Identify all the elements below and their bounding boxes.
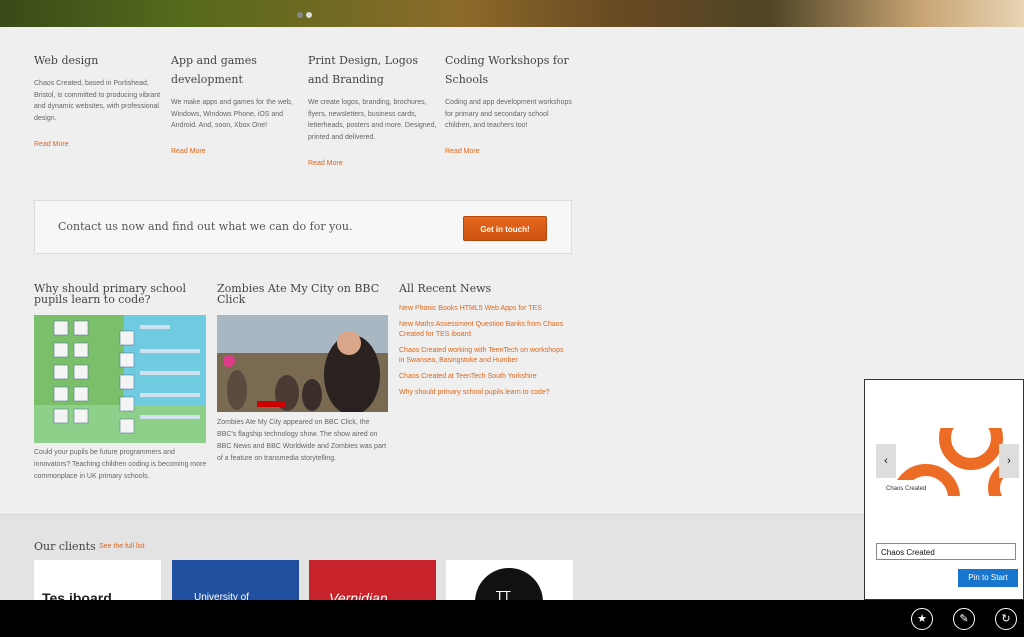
recent-news-link[interactable]: Chaos Created at TeenTech South Yorkshir…: [399, 372, 569, 382]
client-logo-tes-iboard[interactable]: Tes iboard: [34, 560, 161, 602]
get-in-touch-button[interactable]: Get in touch!: [463, 216, 547, 241]
service-body: We create logos, branding, brochures, fl…: [308, 99, 437, 142]
tile-next-button[interactable]: ›: [999, 444, 1019, 478]
service-title: Print Design, Logos and Branding: [308, 54, 419, 86]
recent-news-link[interactable]: New Maths Assessment Question Banks from…: [399, 320, 569, 340]
news-zombies: Zombies Ate My City on BBC Click: [217, 283, 382, 305]
service-apps-games: App and games development We make apps a…: [171, 51, 301, 157]
kids-app-screenshot-image[interactable]: [34, 315, 206, 443]
client-logo-vernidian[interactable]: Vernidian: [309, 560, 436, 602]
tile-preview: Chaos Created ‹ ›: [876, 428, 1019, 496]
pin-icon[interactable]: ✎: [953, 608, 975, 630]
read-more-link[interactable]: Read More: [308, 160, 343, 167]
tile-name: Chaos Created: [886, 486, 927, 492]
recent-news: All Recent News New Phonic Books HTML5 W…: [399, 283, 569, 404]
refresh-icon[interactable]: ↻: [995, 608, 1017, 630]
contact-banner: Contact us now and find out what we can …: [34, 200, 572, 254]
recent-news-link[interactable]: Why should primary school pupils learn t…: [399, 388, 569, 398]
service-web-design: Web design Chaos Created, based in Porti…: [34, 51, 164, 150]
service-title: App and games development: [171, 54, 257, 86]
service-coding-workshops: Coding Workshops for Schools Coding and …: [445, 51, 575, 157]
news-caption: Zombies Ate My City appeared on BBC Clic…: [217, 419, 387, 462]
news-caption: Could your pupils be future programmers …: [34, 449, 207, 480]
hero-banner: [0, 0, 1024, 27]
carousel-dot-2[interactable]: [306, 12, 312, 18]
news-primary-coding: Why should primary school pupils learn t…: [34, 283, 209, 305]
clients-title: Our clients: [34, 540, 96, 553]
tile-prev-button[interactable]: ‹: [876, 444, 896, 478]
service-body: We make apps and games for the web, Wind…: [171, 99, 293, 130]
read-more-link[interactable]: Read More: [445, 148, 480, 155]
carousel-dot-1[interactable]: [297, 12, 303, 18]
service-title: Coding Workshops for Schools: [445, 54, 569, 86]
pin-to-start-button[interactable]: Pin to Start: [958, 569, 1018, 587]
bbc-click-video-image[interactable]: [217, 315, 388, 412]
service-body: Coding and app development workshops for…: [445, 99, 572, 130]
teentech-logo-icon: TT: [475, 568, 543, 602]
app-bar: ★ ✎ ↻: [0, 600, 1024, 637]
read-more-link[interactable]: Read More: [34, 141, 69, 148]
service-print-design: Print Design, Logos and Branding We crea…: [308, 51, 438, 169]
service-body: Chaos Created, based in Portishead, Bris…: [34, 80, 161, 123]
service-title: Web design: [34, 54, 99, 67]
client-logo-teentech[interactable]: TT: [446, 560, 573, 602]
recent-news-title: All Recent News: [399, 282, 492, 295]
tile-name-input[interactable]: Chaos Created: [876, 543, 1016, 560]
pin-to-start-flyout: Chaos Created ‹ › Chaos Created Pin to S…: [864, 379, 1024, 600]
news-title[interactable]: Zombies Ate My City on BBC Click: [217, 283, 382, 305]
recent-news-link[interactable]: Chaos Created working with TeenTech on w…: [399, 346, 569, 366]
news-title[interactable]: Why should primary school pupils learn t…: [34, 283, 209, 305]
read-more-link[interactable]: Read More: [171, 148, 206, 155]
favorites-icon[interactable]: ★: [911, 608, 933, 630]
recent-news-link[interactable]: New Phonic Books HTML5 Web Apps for TES: [399, 304, 569, 314]
contact-text: Contact us now and find out what we can …: [58, 220, 353, 233]
see-full-list-link[interactable]: See the full list: [99, 543, 145, 550]
client-logo-university[interactable]: University of: [172, 560, 299, 602]
